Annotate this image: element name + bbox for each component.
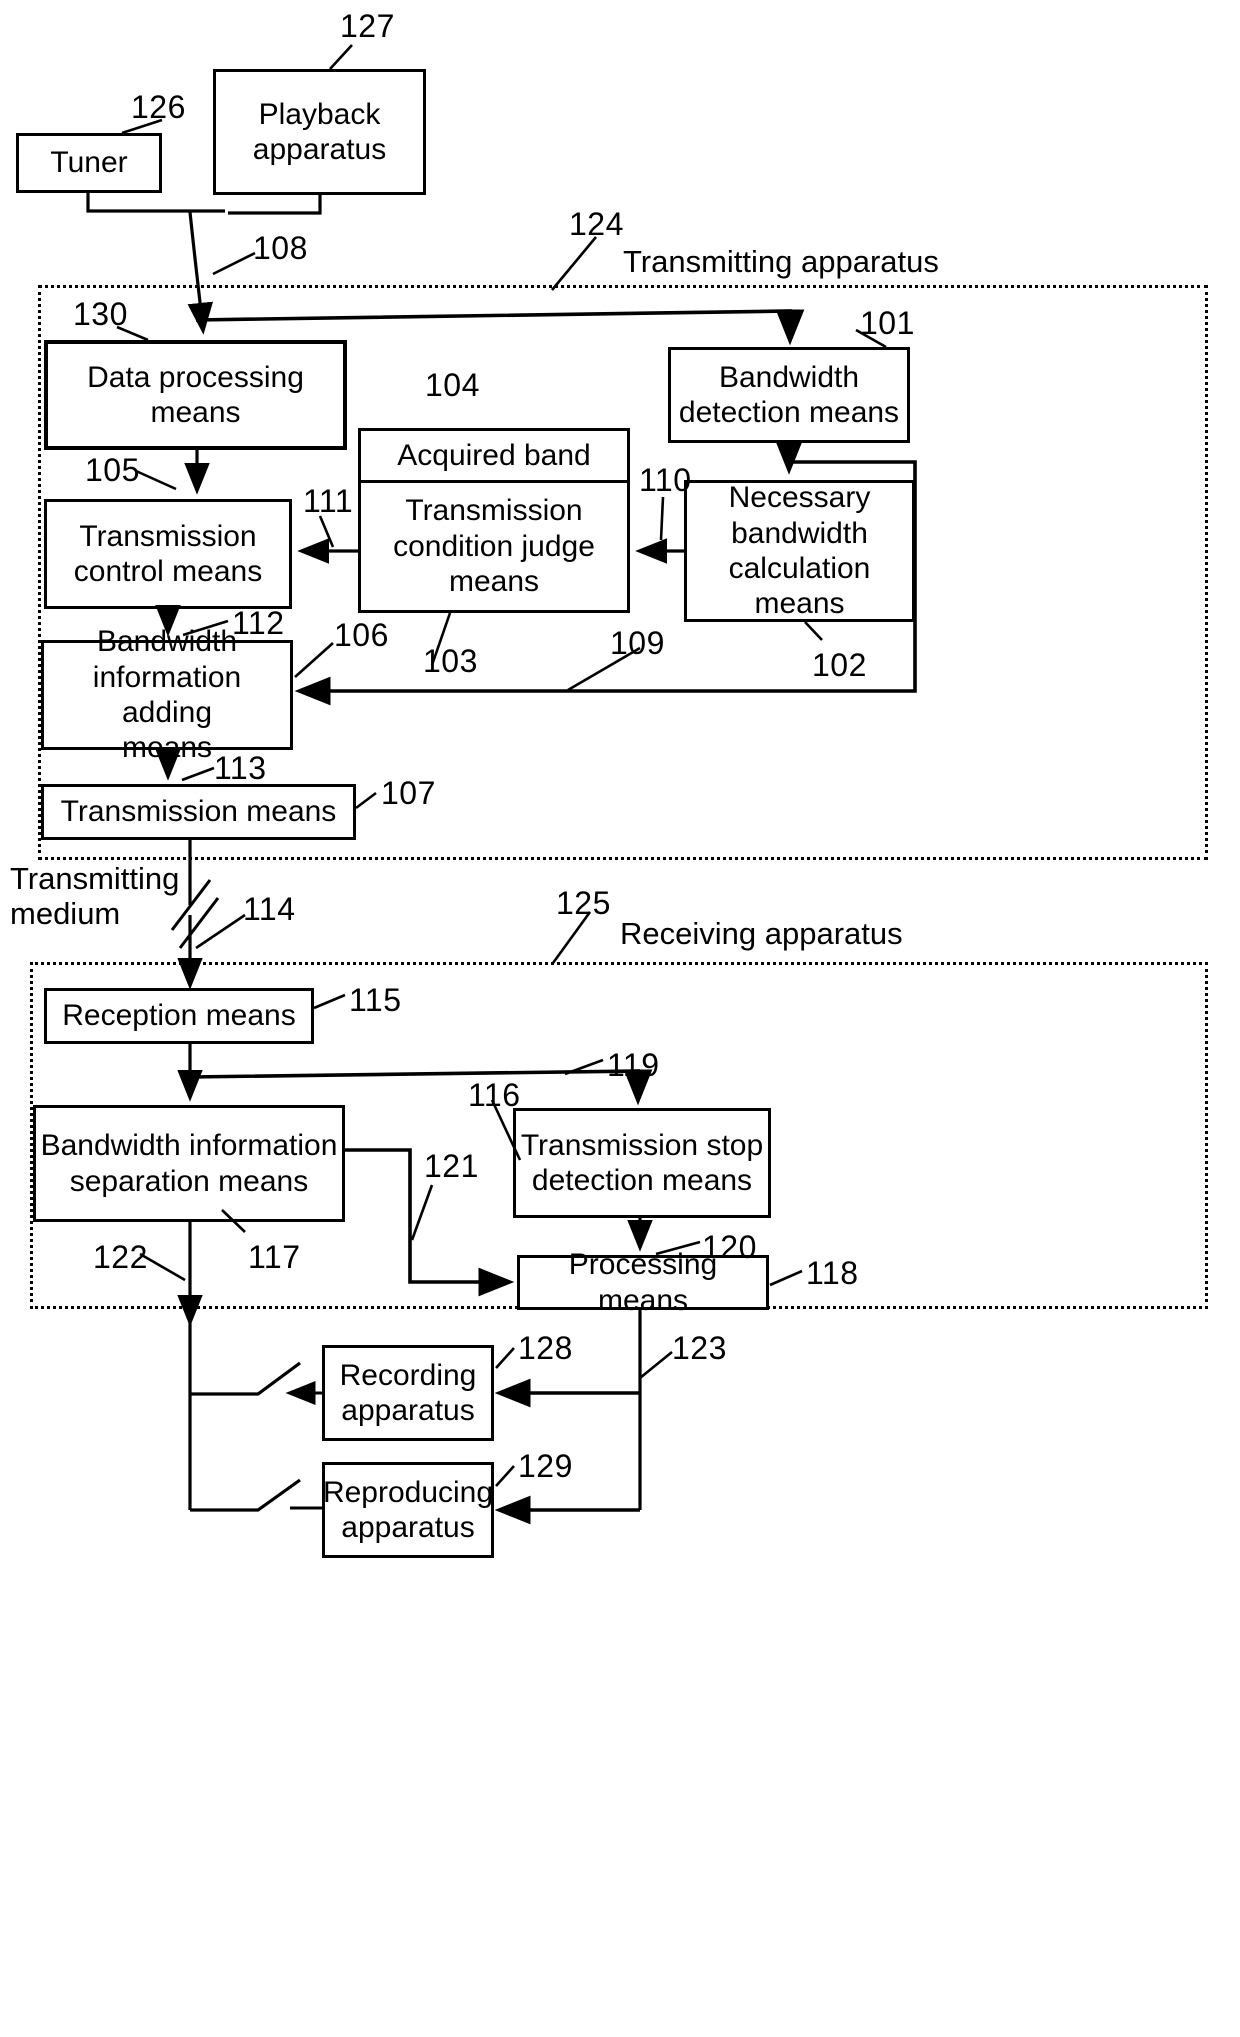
bandwidth-information-adding-means-label: Bandwidth information adding means: [92, 625, 242, 765]
bandwidth-information-separation-means-box[interactable]: Bandwidth information separation means: [33, 1105, 345, 1222]
ref-119: 119: [607, 1047, 660, 1083]
ref-101: 101: [860, 305, 915, 341]
data-processing-means-label: Data processing means: [87, 360, 304, 429]
ref-128: 128: [518, 1330, 573, 1366]
acquired-band-label: Acquired band: [397, 438, 591, 472]
ref-120: 120: [702, 1229, 757, 1265]
ref-110: 110: [639, 462, 692, 498]
bandwidth-detection-means-box[interactable]: Bandwidth detection means: [668, 347, 910, 443]
transmission-condition-judge-means-label: Transmission condition judge means: [393, 494, 595, 599]
ref-127: 127: [340, 8, 395, 44]
reproducing-apparatus-label: Reproducing apparatus: [322, 1475, 494, 1544]
bandwidth-detection-means-label: Bandwidth detection means: [678, 360, 900, 429]
transmitting-medium-label: Transmitting medium: [10, 861, 180, 931]
transmission-control-means-box[interactable]: Transmission control means: [44, 499, 292, 609]
ref-126: 126: [131, 89, 186, 125]
ref-106: 106: [334, 617, 389, 653]
transmission-control-means-label: Transmission control means: [73, 519, 263, 588]
ref-118: 118: [806, 1255, 859, 1291]
tuner-box[interactable]: Tuner: [16, 133, 162, 193]
reception-means-label: Reception means: [62, 999, 296, 1033]
ref-129: 129: [518, 1448, 573, 1484]
ref-115: 115: [349, 982, 402, 1018]
playback-apparatus-label: Playback apparatus: [252, 97, 387, 166]
ref-107: 107: [381, 775, 436, 811]
playback-apparatus-box[interactable]: Playback apparatus: [213, 69, 426, 195]
necessary-bandwidth-calculation-means-box[interactable]: Necessary bandwidth calculation means: [684, 480, 915, 622]
bandwidth-information-separation-means-label: Bandwidth information separation means: [40, 1129, 338, 1198]
necessary-bandwidth-calculation-means-label: Necessary bandwidth calculation means: [728, 481, 871, 621]
transmission-stop-detection-means-label: Transmission stop detection means: [520, 1128, 764, 1197]
ref-122: 122: [93, 1239, 148, 1275]
ref-116: 116: [468, 1077, 521, 1113]
recording-apparatus-label: Recording apparatus: [339, 1358, 477, 1427]
ref-105: 105: [85, 452, 140, 488]
transmitting-apparatus-label: Transmitting apparatus: [623, 244, 939, 279]
data-processing-means-box[interactable]: Data processing means: [44, 340, 347, 450]
tuner-label: Tuner: [50, 146, 128, 180]
ref-114: 114: [243, 891, 296, 927]
ref-130: 130: [73, 296, 128, 332]
bandwidth-information-adding-means-box[interactable]: Bandwidth information adding means: [41, 625, 293, 764]
transmission-means-label: Transmission means: [60, 795, 337, 829]
ref-112: 112: [232, 605, 285, 641]
ref-117: 117: [248, 1239, 301, 1275]
reproducing-apparatus-box[interactable]: Reproducing apparatus: [322, 1462, 494, 1558]
ref-109: 109: [610, 625, 665, 661]
ref-103: 103: [423, 643, 478, 679]
acquired-band-section: Acquired band: [361, 431, 627, 483]
patent-figure: Tuner Playback apparatus Data processing…: [0, 0, 1240, 2037]
ref-102: 102: [812, 647, 867, 683]
acquired-band-judge-box[interactable]: Acquired band Transmission condition jud…: [358, 428, 630, 613]
ref-123: 123: [672, 1330, 727, 1366]
ref-104: 104: [425, 367, 480, 403]
ref-125: 125: [556, 885, 611, 921]
ref-121: 121: [424, 1148, 479, 1184]
transmission-means-box[interactable]: Transmission means: [41, 784, 356, 840]
ref-124: 124: [569, 206, 624, 242]
reception-means-box[interactable]: Reception means: [44, 988, 314, 1044]
ref-113: 113: [214, 750, 267, 786]
recording-apparatus-box[interactable]: Recording apparatus: [322, 1345, 494, 1441]
transmission-condition-judge-means-section: Transmission condition judge means: [361, 483, 627, 610]
receiving-apparatus-label: Receiving apparatus: [620, 916, 903, 951]
ref-111: 111: [303, 483, 354, 519]
transmission-stop-detection-means-box[interactable]: Transmission stop detection means: [513, 1108, 771, 1218]
ref-108: 108: [253, 230, 308, 266]
